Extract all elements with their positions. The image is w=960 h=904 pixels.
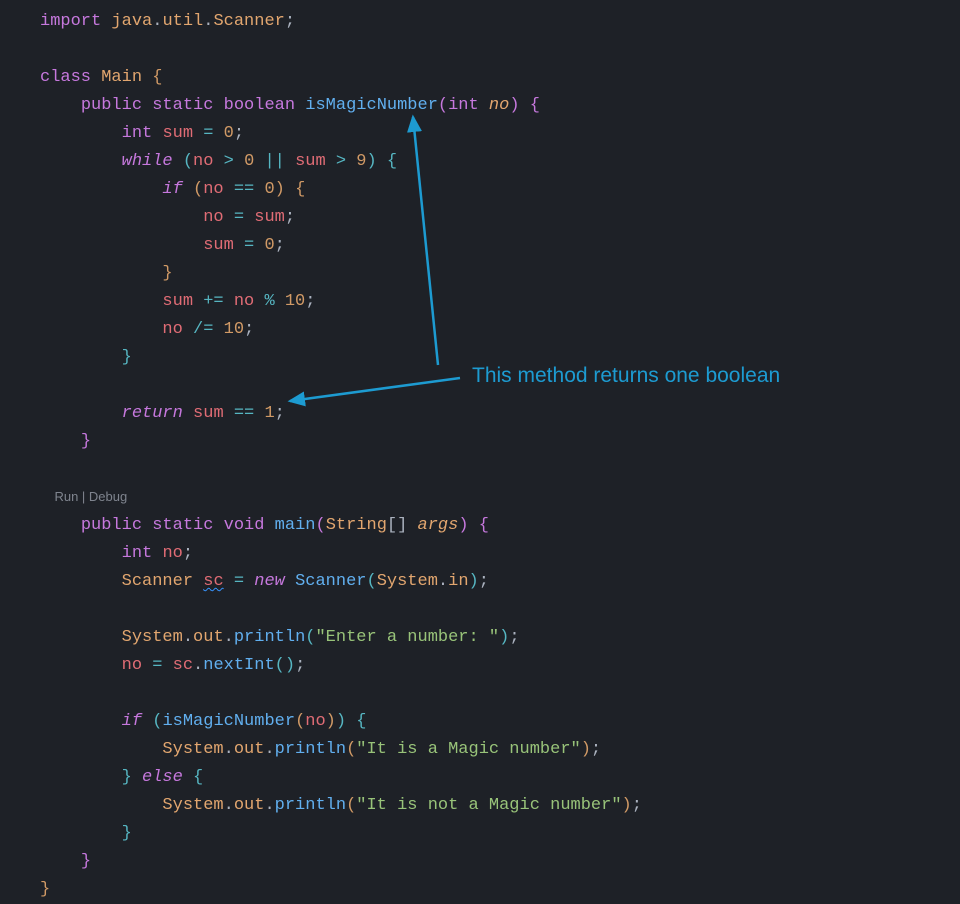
code-line: } <box>40 264 173 283</box>
code-line: System.out.println("It is not a Magic nu… <box>40 796 642 815</box>
code-line: while (no > 0 || sum > 9) { <box>40 152 397 171</box>
code-line: return sum == 1; <box>40 404 285 423</box>
code-line: } <box>40 880 50 899</box>
codelens-debug[interactable]: Debug <box>89 489 127 504</box>
code-line: } <box>40 824 132 843</box>
code-line: import java.util.Scanner; <box>40 12 295 31</box>
codelens: Run | Debug <box>40 489 127 504</box>
code-line: int no; <box>40 544 193 563</box>
code-line: int sum = 0; <box>40 124 244 143</box>
code-line: } <box>40 432 91 451</box>
codelens-run[interactable]: Run <box>54 489 78 504</box>
code-line: class Main { <box>40 68 162 87</box>
code-line: no /= 10; <box>40 320 254 339</box>
code-line: public static void main(String[] args) { <box>40 516 489 535</box>
code-line: System.out.println("Enter a number: "); <box>40 628 520 647</box>
code-line: sum += no % 10; <box>40 292 315 311</box>
code-line: Scanner sc = new Scanner(System.in); <box>40 572 489 591</box>
code-line: } <box>40 852 91 871</box>
code-line: no = sc.nextInt(); <box>40 656 305 675</box>
code-line: public static boolean isMagicNumber(int … <box>40 96 540 115</box>
code-line: sum = 0; <box>40 236 285 255</box>
code-line: System.out.println("It is a Magic number… <box>40 740 601 759</box>
code-line: if (isMagicNumber(no)) { <box>40 712 366 731</box>
code-line: } <box>40 348 132 367</box>
annotation-label: This method returns one boolean <box>472 362 780 390</box>
code-line: } else { <box>40 768 203 787</box>
code-line: if (no == 0) { <box>40 180 305 199</box>
code-line: no = sum; <box>40 208 295 227</box>
code-editor[interactable]: import java.util.Scanner; class Main { p… <box>0 8 960 904</box>
